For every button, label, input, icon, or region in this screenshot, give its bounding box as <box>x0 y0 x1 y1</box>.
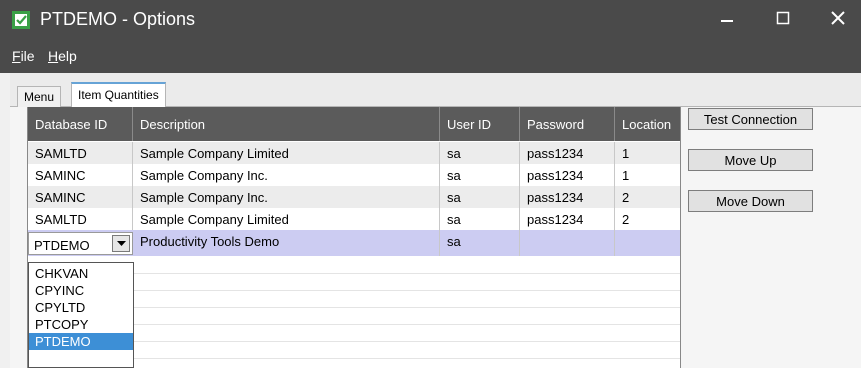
menu-help[interactable]: Help <box>48 48 77 64</box>
cell-description: Sample Company Inc. <box>133 186 440 208</box>
empty-row <box>133 325 680 342</box>
menu-file-accel: F <box>12 48 21 64</box>
col-password[interactable]: Password <box>520 107 615 141</box>
window-title: PTDEMO - Options <box>40 9 196 29</box>
cell-user-id: sa <box>440 208 520 230</box>
tab-item-quantities[interactable]: Item Quantities <box>71 82 166 107</box>
dropdown-option-selected[interactable]: PTDEMO <box>29 333 133 350</box>
close-button[interactable] <box>815 0 861 35</box>
cell-password: pass1234 <box>520 186 615 208</box>
dropdown-option[interactable]: PTCOPY <box>29 316 133 333</box>
cell-location: 1 <box>622 168 630 183</box>
cell-database-id: SAMINC <box>28 186 133 208</box>
cell-database-id: SAMLTD <box>28 142 133 164</box>
cell-database-id: SAMLTD <box>28 208 133 230</box>
empty-row <box>133 274 680 291</box>
cell-user-id: sa <box>440 186 520 208</box>
menu-bar: File Help <box>0 41 861 73</box>
cell-user-id: sa <box>440 164 520 186</box>
cell-location: 2 <box>622 212 630 227</box>
minimize-icon <box>721 19 733 22</box>
app-icon <box>12 11 30 29</box>
cell-password: pass1234 <box>520 142 615 164</box>
empty-row <box>133 291 680 308</box>
table-row[interactable]: SAMLTD Sample Company Limited sa pass123… <box>28 142 680 164</box>
col-user-id[interactable]: User ID <box>440 107 520 141</box>
empty-row <box>133 342 680 359</box>
move-up-button[interactable]: Move Up <box>688 149 813 171</box>
menu-file[interactable]: File <box>12 48 35 64</box>
empty-row <box>133 308 680 325</box>
empty-row <box>133 257 680 274</box>
minimize-button[interactable] <box>704 0 750 35</box>
cell-location[interactable] <box>615 230 680 256</box>
tab-menu[interactable]: Menu <box>17 86 62 107</box>
dropdown-option[interactable]: CPYLTD <box>29 299 133 316</box>
dropdown-option[interactable]: CHKVAN <box>29 265 133 282</box>
cell-description: Sample Company Limited <box>133 208 440 230</box>
table-row[interactable]: SAMLTD Sample Company Limited sa pass123… <box>28 208 680 230</box>
cell-description: Sample Company Inc. <box>133 164 440 186</box>
cell-description[interactable]: Productivity Tools Demo <box>133 230 440 256</box>
cell-user-id: sa <box>440 142 520 164</box>
move-down-button[interactable]: Move Down <box>688 190 813 212</box>
grid-header: Database ID Description User ID Password… <box>28 107 680 141</box>
database-grid[interactable]: Database ID Description User ID Password… <box>27 107 681 368</box>
col-location[interactable]: Location <box>615 107 680 141</box>
combo-value: PTDEMO <box>34 238 90 253</box>
combo-dropdown-button[interactable] <box>112 235 130 252</box>
cell-password: pass1234 <box>520 164 615 186</box>
close-icon <box>831 10 845 25</box>
title-bar[interactable]: PTDEMO - Options <box>0 0 861 41</box>
cell-database-id: SAMINC <box>28 164 133 186</box>
menu-help-accel: H <box>48 48 59 64</box>
test-connection-button[interactable]: Test Connection <box>688 108 813 130</box>
col-description[interactable]: Description <box>133 107 440 141</box>
cell-user-id[interactable]: sa <box>440 230 520 256</box>
maximize-icon <box>776 11 790 24</box>
database-id-dropdown-list[interactable]: CHKVAN CPYINC CPYLTD PTCOPY PTDEMO <box>28 262 134 368</box>
dropdown-option[interactable]: CPYINC <box>29 282 133 299</box>
edit-row[interactable]: PTDEMO Productivity Tools Demo sa <box>28 230 680 256</box>
cell-description: Sample Company Limited <box>133 142 440 164</box>
menu-file-label: ile <box>20 48 35 64</box>
col-database-id[interactable]: Database ID <box>28 107 133 141</box>
chevron-down-icon <box>116 240 126 246</box>
table-row[interactable]: SAMINC Sample Company Inc. sa pass1234 1 <box>28 164 680 186</box>
cell-password: pass1234 <box>520 208 615 230</box>
left-frame <box>0 73 10 368</box>
database-id-combo[interactable]: PTDEMO <box>28 232 133 255</box>
table-row[interactable]: SAMINC Sample Company Inc. sa pass1234 2 <box>28 186 680 208</box>
cell-location: 2 <box>622 190 630 205</box>
maximize-button[interactable] <box>760 0 806 35</box>
menu-help-label: elp <box>58 48 77 64</box>
cell-location: 1 <box>622 146 630 161</box>
cell-password[interactable] <box>520 230 615 256</box>
